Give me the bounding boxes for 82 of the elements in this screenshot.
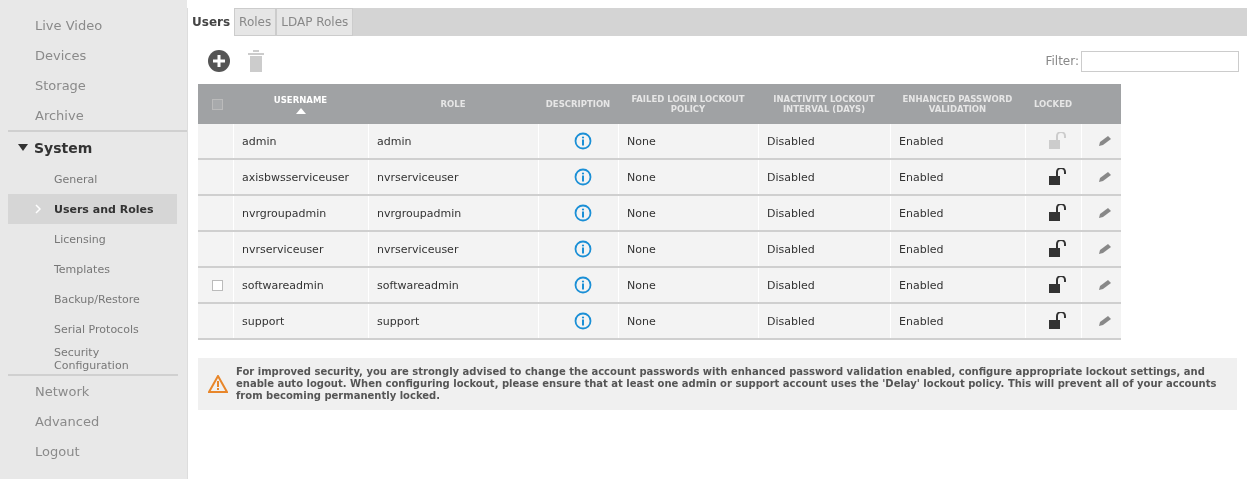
column-header[interactable]: DESCRIPTION <box>545 99 611 109</box>
table-cell: None <box>627 278 656 292</box>
sidebar-item[interactable]: Live Video <box>8 10 178 40</box>
sidebar-item[interactable]: Templates <box>8 254 177 284</box>
table-cell: None <box>627 242 656 256</box>
warning-text: For improved security, you are strongly advised to change the account passwords with enhanced password validation enabled, configure appropriate lockout settings, and enable auto logout. When configuring lockout, please ensure that at least one admin or support account uses the 'Delay' lockout policy. This will prevent all of your accounts from becoming permanently locked. <box>236 366 1218 402</box>
table-cell: None <box>627 170 656 184</box>
pencil-icon[interactable] <box>1097 315 1114 327</box>
sidebar-item[interactable]: Network <box>8 376 178 406</box>
info-icon[interactable] <box>573 132 592 150</box>
column-header[interactable]: LOCKED <box>1034 99 1072 109</box>
caret-icon <box>18 144 28 152</box>
table-cell: Enabled <box>899 134 944 148</box>
warning-icon <box>208 375 228 393</box>
tab[interactable]: Roles <box>234 8 277 36</box>
sidebar-item[interactable]: Licensing <box>8 224 177 254</box>
select-all-checkbox[interactable] <box>212 98 223 110</box>
pencil-icon[interactable] <box>1097 279 1114 291</box>
table-cell: Enabled <box>899 242 944 256</box>
sidebar-item[interactable]: Storage <box>8 70 178 100</box>
table-cell: Disabled <box>767 170 815 184</box>
pencil-icon[interactable] <box>1097 171 1114 183</box>
table-cell: softwareadmin <box>377 278 459 292</box>
column-header[interactable]: FAILED LOGIN LOCKOUT POLICY <box>618 94 758 114</box>
table-cell: nvrgroupadmin <box>242 206 327 220</box>
info-icon[interactable] <box>573 204 592 222</box>
tab[interactable]: Users <box>188 8 235 36</box>
table-cell: Disabled <box>767 206 815 220</box>
table-cell: Enabled <box>899 314 944 328</box>
sidebar-item[interactable]: Users and Roles <box>8 194 177 224</box>
table-cell: nvrserviceuser <box>377 242 459 256</box>
sidebar-section[interactable]: System <box>8 130 187 164</box>
table-cell: admin <box>377 134 412 148</box>
sidebar-item[interactable]: Serial Protocols <box>8 314 177 344</box>
filter-label: Filter: <box>1045 54 1079 68</box>
pencil-icon[interactable] <box>1097 207 1114 219</box>
sidebar-item[interactable]: Devices <box>8 40 178 70</box>
table-cell: nvrserviceuser <box>242 242 324 256</box>
info-icon[interactable] <box>573 276 592 294</box>
unlocked-padlock-icon[interactable] <box>1047 276 1068 294</box>
table-cell: Disabled <box>767 278 815 292</box>
add-icon[interactable] <box>208 50 230 72</box>
unlocked-padlock-icon[interactable] <box>1047 204 1068 222</box>
chevron-icon <box>35 204 41 214</box>
pencil-icon[interactable] <box>1097 243 1114 255</box>
tab[interactable]: LDAP Roles <box>276 8 354 36</box>
info-icon[interactable] <box>573 168 592 186</box>
column-header[interactable]: USERNAME <box>273 94 328 105</box>
table-cell: None <box>627 206 656 220</box>
table-cell: support <box>377 314 420 328</box>
sidebar-item[interactable]: Backup/Restore <box>8 284 177 314</box>
sidebar-item[interactable]: Logout <box>8 436 178 466</box>
table-cell: Disabled <box>767 314 815 328</box>
table-cell: None <box>627 134 656 148</box>
unlocked-padlock-icon[interactable] <box>1047 168 1068 186</box>
pencil-icon[interactable] <box>1097 135 1114 147</box>
table-cell: None <box>627 314 656 328</box>
table-cell: nvrgroupadmin <box>377 206 462 220</box>
table-cell: Disabled <box>767 134 815 148</box>
table-cell: nvrserviceuser <box>377 170 459 184</box>
section-label: System <box>34 140 93 156</box>
info-icon[interactable] <box>573 312 592 330</box>
column-header[interactable]: ROLE <box>440 99 466 109</box>
table-cell: Disabled <box>767 242 815 256</box>
info-icon[interactable] <box>573 240 592 258</box>
unlocked-padlock-icon[interactable] <box>1047 240 1068 258</box>
column-header[interactable]: ENHANCED PASSWORD VALIDATION <box>890 94 1025 114</box>
sidebar-item[interactable]: Archive <box>8 100 178 130</box>
sidebar-item[interactable]: General <box>8 164 177 194</box>
column-header[interactable]: INACTIVITY LOCKOUT INTERVAL (DAYS) <box>758 94 890 114</box>
table-cell: axisbwsserviceuser <box>242 170 350 184</box>
filter-field[interactable] <box>1081 50 1239 72</box>
sidebar-item[interactable]: Security Configuration <box>8 344 177 374</box>
table-cell: Enabled <box>899 206 944 220</box>
table-cell: softwareadmin <box>242 278 324 292</box>
row-checkbox[interactable] <box>212 279 223 291</box>
sidebar-item[interactable]: Advanced <box>8 406 178 436</box>
table-cell: admin <box>242 134 277 148</box>
table-cell: Enabled <box>899 170 944 184</box>
table-cell: support <box>242 314 285 328</box>
table-cell: Enabled <box>899 278 944 292</box>
unlocked-padlock-icon[interactable] <box>1047 312 1068 330</box>
